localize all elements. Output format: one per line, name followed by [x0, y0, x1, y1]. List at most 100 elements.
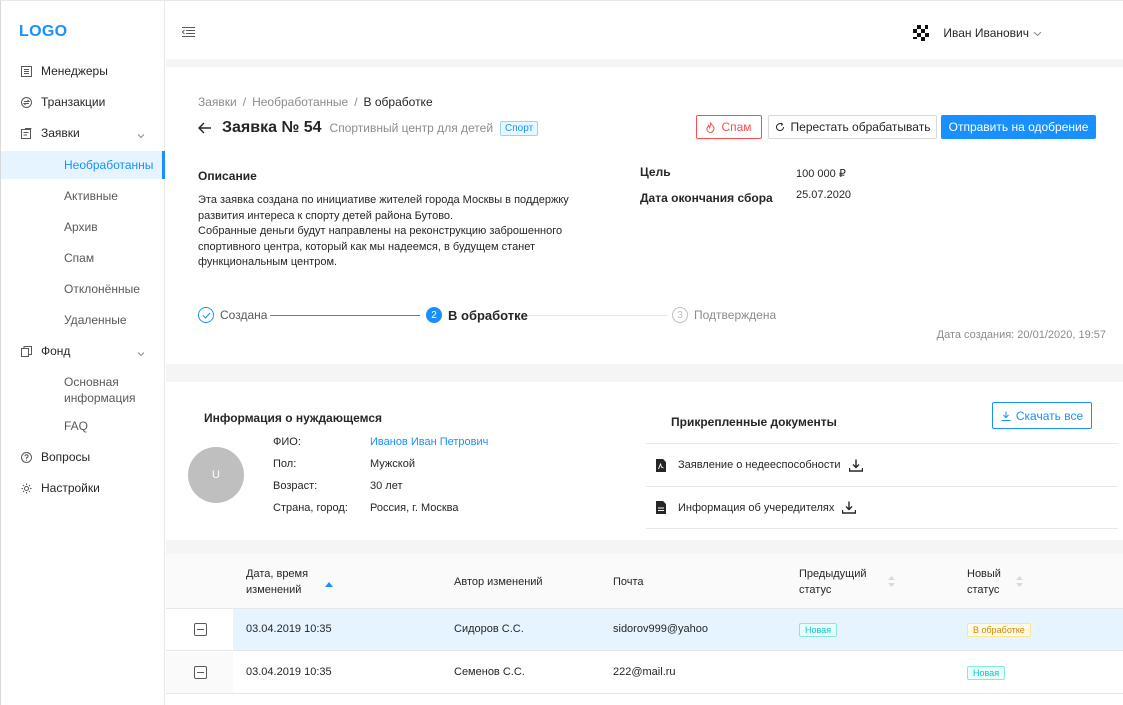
fire-icon — [706, 121, 715, 133]
description-text: Эта заявка создана по инициативе жителей… — [198, 194, 569, 268]
page-subtitle: Спортивный центр для детей — [329, 121, 494, 135]
column-header-new-status[interactable]: Новый статус — [967, 566, 1001, 598]
documents-title: Прикрепленные документы — [671, 415, 837, 429]
download-all-label: Скачать все — [1015, 408, 1084, 423]
step-processing: 2 В обработке — [426, 307, 528, 323]
field-label: Возраст: — [273, 480, 318, 492]
table-row[interactable]: 03.04.2019 10:35 Семенов С.С. 222@mail.r… — [166, 652, 1123, 694]
document-name[interactable]: Информация об учередителях — [678, 502, 834, 514]
step-label: Создана — [220, 308, 268, 322]
download-all-button[interactable]: Скачать все — [992, 402, 1092, 429]
reload-icon — [775, 122, 785, 132]
sidebar-item-label: Фонд — [41, 344, 71, 358]
download-icon[interactable] — [848, 459, 863, 472]
table-header: Дата, время изменений Автор изменений По… — [166, 554, 1123, 609]
chevron-down-icon — [1033, 26, 1042, 40]
field-label: Пол: — [273, 458, 297, 470]
deadline-label: Дата окончания сбора — [640, 191, 773, 205]
sidebar-item-questions[interactable]: Вопросы — [1, 443, 165, 471]
column-header-date[interactable]: Дата, время изменений — [246, 566, 308, 598]
sidebar-sub-label: Архив — [64, 220, 98, 234]
history-table: Дата, время изменений Автор изменений По… — [166, 554, 1123, 705]
cell-email: sidorov999@yahoo — [613, 623, 708, 635]
sort-icon[interactable] — [888, 576, 895, 590]
sidebar-sub-rejected[interactable]: Отклонённые — [1, 275, 165, 303]
file-icon — [656, 501, 666, 514]
question-icon — [20, 451, 32, 463]
step-connector — [528, 315, 668, 316]
sort-icon[interactable] — [1016, 576, 1023, 590]
breadcrumb-current: В обработке — [363, 95, 433, 109]
stop-processing-button[interactable]: Перестать обрабатывать — [768, 115, 937, 139]
sidebar-item-label: Менеджеры — [41, 64, 108, 78]
collapse-row-icon[interactable] — [194, 623, 207, 636]
field-label: ФИО: — [273, 436, 301, 448]
step-created: Создана — [198, 307, 267, 323]
menu-fold-icon[interactable] — [181, 27, 195, 41]
sidebar-sub-unprocessed[interactable]: Необработанны — [1, 151, 165, 179]
sidebar-sub-faq[interactable]: FAQ — [1, 412, 165, 440]
chevron-up-icon — [137, 128, 145, 142]
page-title-row: Заявка № 54 Спортивный центр для детей С… — [198, 119, 539, 137]
sidebar-item-label: Транзакции — [41, 95, 106, 109]
sidebar-sub-spam[interactable]: Спам — [1, 244, 165, 272]
column-header-email: Почта — [613, 576, 644, 588]
document-name[interactable]: Заявление о недееспособности — [678, 459, 841, 471]
exchange-icon — [20, 96, 32, 108]
user-menu[interactable]: Иван Иванович — [913, 25, 1042, 41]
sidebar-item-managers[interactable]: Менеджеры — [1, 57, 165, 85]
app-root: LOGO Менеджеры Транзакции Заявки Необраб… — [0, 0, 1123, 705]
breadcrumb: Заявки / Необработанные / В обработке — [198, 95, 433, 109]
sidebar-sub-label: Спам — [64, 251, 95, 265]
sidebar-sub-label: FAQ — [64, 419, 89, 433]
info-card: Информация о нуждающемся U ФИО: Иванов И… — [166, 382, 1123, 540]
sidebar-sub-label: Активные — [64, 189, 118, 203]
collapse-row-icon[interactable] — [194, 666, 207, 679]
avatar: U — [188, 447, 244, 503]
send-for-approval-button[interactable]: Отправить на одобрение — [941, 115, 1096, 139]
document-row: Заявление о недееспособности — [646, 443, 1118, 486]
step-number: 2 — [426, 307, 442, 323]
divider — [166, 59, 1123, 67]
arrow-left-icon[interactable] — [198, 122, 212, 134]
goal-label: Цель — [640, 165, 671, 179]
field-value-location: Россия, г. Москва — [370, 502, 459, 514]
sidebar-sub-deleted[interactable]: Удаленные — [1, 306, 165, 334]
gear-icon — [20, 482, 32, 494]
cell-date: 03.04.2019 10:35 — [246, 666, 332, 678]
sidebar-sub-active[interactable]: Активные — [1, 182, 165, 210]
created-at: Дата создания: 20/01/2020, 19:57 — [936, 329, 1106, 341]
page-title: Заявка № 54 — [222, 119, 322, 136]
copy-icon — [20, 345, 32, 357]
spam-button[interactable]: Спам — [696, 115, 762, 139]
download-icon[interactable] — [842, 501, 857, 514]
logo: LOGO — [19, 23, 68, 40]
breadcrumb-link-unprocessed[interactable]: Необработанные — [252, 95, 348, 109]
sidebar-item-fund[interactable]: Фонд — [1, 337, 165, 365]
sidebar-item-label: Вопросы — [41, 450, 91, 464]
progress-steps: Создана 2 В обработке 3 Подтверждена — [198, 307, 1098, 331]
sidebar-item-requests[interactable]: Заявки — [1, 119, 165, 147]
spam-button-label: Спам — [721, 120, 752, 134]
field-value-name[interactable]: Иванов Иван Петрович — [370, 436, 488, 448]
sidebar-item-settings[interactable]: Настройки — [1, 474, 165, 502]
column-header-prev-status[interactable]: Предыдущий статус — [799, 566, 866, 598]
sidebar-sub-fund-main[interactable]: Основная информация — [64, 374, 154, 406]
sidebar-sub-archive[interactable]: Архив — [1, 213, 165, 241]
breadcrumb-link-requests[interactable]: Заявки — [198, 95, 237, 109]
sidebar: LOGO Менеджеры Транзакции Заявки Необраб… — [1, 1, 165, 705]
document-row: Информация об учередителях — [646, 486, 1118, 529]
field-value-age: 30 лет — [370, 480, 403, 492]
field-label: Страна, город: — [273, 502, 348, 514]
category-tag: Спорт — [500, 120, 539, 136]
table-row[interactable]: 03.04.2019 10:35 Сидоров С.С. sidorov999… — [166, 609, 1123, 651]
sidebar-sub-label: Необработанны — [64, 158, 154, 172]
sidebar-item-transactions[interactable]: Транзакции — [1, 88, 165, 116]
stop-button-label: Перестать обрабатывать — [790, 120, 931, 134]
sort-ascending-icon[interactable] — [325, 576, 333, 590]
check-icon — [198, 307, 214, 323]
field-value-gender: Мужской — [370, 458, 415, 470]
column-header-author: Автор изменений — [454, 576, 543, 588]
goal-value: 100 000 ₽ — [796, 168, 846, 180]
description-title: Описание — [198, 169, 257, 183]
